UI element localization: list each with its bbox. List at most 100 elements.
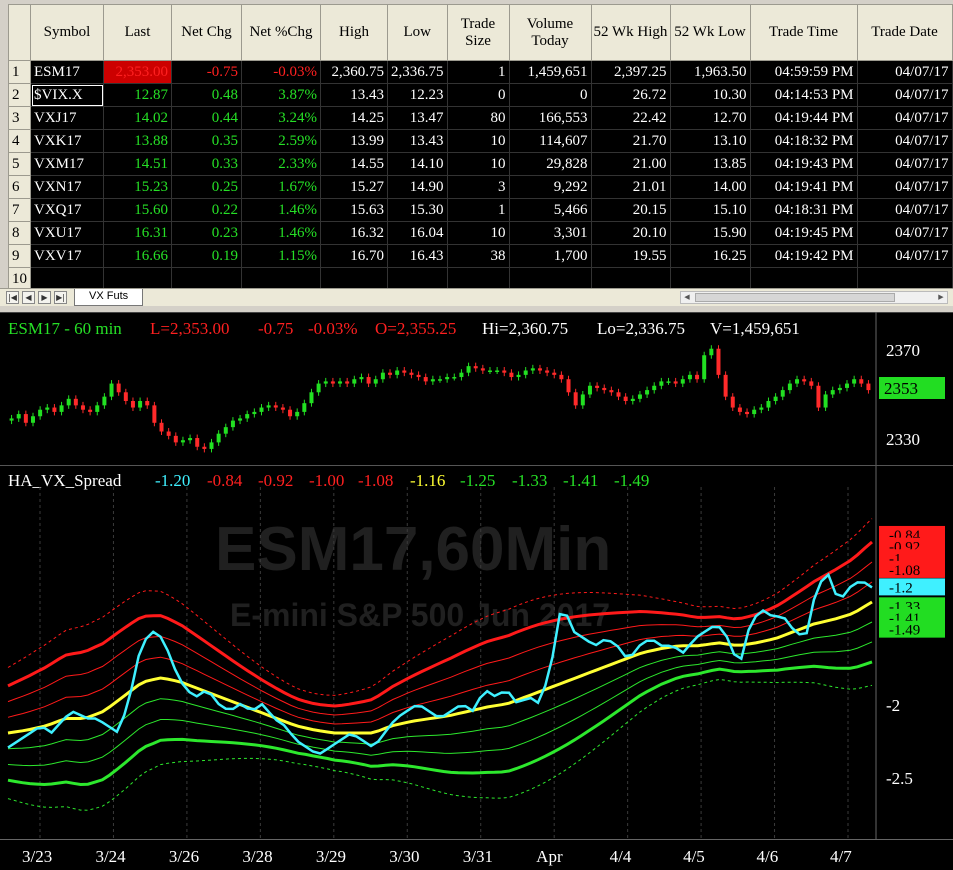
cell-pct-chg[interactable]: 1.46% xyxy=(241,198,321,222)
cell-time[interactable]: 04:19:45 PM xyxy=(750,221,858,245)
cell-net-chg[interactable]: -0.75 xyxy=(171,60,242,84)
table-row[interactable]: 7 VXQ17 15.60 0.22 1.46% 15.63 15.30 1 5,466 20.1… xyxy=(8,198,953,222)
cell-high[interactable]: 14.55 xyxy=(320,152,388,176)
cell-pct-chg[interactable]: 3.87% xyxy=(241,83,321,107)
cell-low[interactable]: 13.47 xyxy=(387,106,448,130)
cell-wk52-high[interactable]: 19.55 xyxy=(591,244,671,268)
cell-time[interactable]: 04:19:44 PM xyxy=(750,106,858,130)
prev-sheet-icon[interactable]: ◀ xyxy=(22,291,35,304)
cell-volume[interactable]: 9,292 xyxy=(509,175,592,199)
cell-symbol[interactable]: $VIX.X xyxy=(30,83,104,107)
row-number[interactable]: 1 xyxy=(8,60,31,84)
table-row[interactable]: 4 VXK17 13.88 0.35 2.59% 13.99 13.43 10 114,607 2… xyxy=(8,129,953,153)
cell-volume[interactable]: 29,828 xyxy=(509,152,592,176)
cell-high[interactable]: 14.25 xyxy=(320,106,388,130)
cell-wk52-high[interactable]: 2,397.25 xyxy=(591,60,671,84)
cell-time[interactable]: 04:59:59 PM xyxy=(750,60,858,84)
row-number[interactable]: 7 xyxy=(8,198,31,222)
cell-volume[interactable]: 1,700 xyxy=(509,244,592,268)
cell-pct-chg[interactable]: 3.24% xyxy=(241,106,321,130)
cell-date[interactable]: 04/07/17 xyxy=(857,83,953,107)
cell-date[interactable]: 04/07/17 xyxy=(857,106,953,130)
cell-low[interactable]: 15.30 xyxy=(387,198,448,222)
cell-pct-chg[interactable]: 1.67% xyxy=(241,175,321,199)
scrollbar-thumb[interactable] xyxy=(695,293,895,302)
cell-wk52-high[interactable]: 21.00 xyxy=(591,152,671,176)
cell-wk52-low[interactable]: 16.25 xyxy=(670,244,751,268)
cell-low[interactable]: 16.43 xyxy=(387,244,448,268)
table-row[interactable]: 3 VXJ17 14.02 0.44 3.24% 14.25 13.47 80 166,553 2… xyxy=(8,106,953,130)
row-number[interactable]: 4 xyxy=(8,129,31,153)
table-row[interactable]: 1 ESM17 2,353.00 -0.75 -0.03% 2,360.75 2,336.7… xyxy=(8,60,953,84)
cell-time[interactable]: 04:18:32 PM xyxy=(750,129,858,153)
cell-size[interactable]: 38 xyxy=(447,244,510,268)
cell-last[interactable]: 14.02 xyxy=(103,106,172,130)
next-sheet-icon[interactable]: ▶ xyxy=(38,291,51,304)
cell-size[interactable]: 10 xyxy=(447,152,510,176)
cell-wk52-low[interactable]: 15.90 xyxy=(670,221,751,245)
cell-size[interactable]: 10 xyxy=(447,221,510,245)
cell-symbol[interactable]: VXV17 xyxy=(30,244,104,268)
first-sheet-icon[interactable]: |◀ xyxy=(6,291,19,304)
cell-date[interactable]: 04/07/17 xyxy=(857,244,953,268)
column-header[interactable]: Trade Time xyxy=(749,4,858,61)
cell-low[interactable]: 13.43 xyxy=(387,129,448,153)
cell-date[interactable]: 04/07/17 xyxy=(857,152,953,176)
cell-wk52-high[interactable]: 21.01 xyxy=(591,175,671,199)
cell-time[interactable]: 04:19:41 PM xyxy=(750,175,858,199)
column-header[interactable]: Last xyxy=(103,4,172,61)
column-header[interactable]: Volume Today xyxy=(508,4,592,61)
cell-high[interactable]: 15.27 xyxy=(320,175,388,199)
cell-high[interactable]: 13.99 xyxy=(320,129,388,153)
cell-wk52-low[interactable]: 15.10 xyxy=(670,198,751,222)
cell-size[interactable]: 80 xyxy=(447,106,510,130)
cell-net-chg[interactable]: 0.44 xyxy=(171,106,242,130)
row-number[interactable]: 9 xyxy=(8,244,31,268)
cell-last[interactable]: 12.87 xyxy=(103,83,172,107)
cell-net-chg[interactable]: 0.22 xyxy=(171,198,242,222)
cell-pct-chg[interactable]: 2.59% xyxy=(241,129,321,153)
column-header[interactable]: High xyxy=(320,4,388,61)
cell-low[interactable]: 16.04 xyxy=(387,221,448,245)
cell-net-chg[interactable]: 0.48 xyxy=(171,83,242,107)
cell-high[interactable]: 15.63 xyxy=(320,198,388,222)
cell-last[interactable]: 15.23 xyxy=(103,175,172,199)
cell-size[interactable]: 10 xyxy=(447,129,510,153)
table-row[interactable]: 6 VXN17 15.23 0.25 1.67% 15.27 14.90 3 9,292 21.0… xyxy=(8,175,953,199)
cell-last[interactable]: 16.66 xyxy=(103,244,172,268)
row-number[interactable]: 3 xyxy=(8,106,31,130)
cell-high[interactable]: 13.43 xyxy=(320,83,388,107)
cell-net-chg[interactable]: 0.33 xyxy=(171,152,242,176)
cell-symbol[interactable]: VXM17 xyxy=(30,152,104,176)
cell-last[interactable]: 2,353.00 xyxy=(103,60,172,84)
table-row[interactable]: 2 $VIX.X 12.87 0.48 3.87% 13.43 12.23 0 0 26.72 10… xyxy=(8,83,953,107)
cell-last[interactable]: 15.60 xyxy=(103,198,172,222)
last-sheet-icon[interactable]: ▶| xyxy=(54,291,67,304)
cell-last[interactable]: 16.31 xyxy=(103,221,172,245)
cell-wk52-low[interactable]: 1,963.50 xyxy=(670,60,751,84)
cell-time[interactable]: 04:19:42 PM xyxy=(750,244,858,268)
cell-high[interactable]: 16.32 xyxy=(320,221,388,245)
column-header[interactable]: Net Chg xyxy=(171,4,242,61)
cell-wk52-low[interactable]: 14.00 xyxy=(670,175,751,199)
cell-volume[interactable]: 0 xyxy=(509,83,592,107)
cell-last[interactable]: 14.51 xyxy=(103,152,172,176)
cell-time[interactable]: 04:18:31 PM xyxy=(750,198,858,222)
cell-low[interactable]: 14.10 xyxy=(387,152,448,176)
cell-pct-chg[interactable]: 2.33% xyxy=(241,152,321,176)
cell-high[interactable]: 2,360.75 xyxy=(320,60,388,84)
sheet-tab-vx-futs[interactable]: VX Futs xyxy=(74,289,144,306)
cell-date[interactable]: 04/07/17 xyxy=(857,175,953,199)
row-number[interactable]: 6 xyxy=(8,175,31,199)
cell-symbol[interactable]: VXJ17 xyxy=(30,106,104,130)
cell-pct-chg[interactable]: 1.15% xyxy=(241,244,321,268)
cell-time[interactable]: 04:19:43 PM xyxy=(750,152,858,176)
cell-net-chg[interactable]: 0.23 xyxy=(171,221,242,245)
cell-size[interactable]: 1 xyxy=(447,198,510,222)
cell-pct-chg[interactable]: -0.03% xyxy=(241,60,321,84)
cell-wk52-low[interactable]: 13.10 xyxy=(670,129,751,153)
table-row[interactable]: 8 VXU17 16.31 0.23 1.46% 16.32 16.04 10 3,301 20.… xyxy=(8,221,953,245)
cell-size[interactable]: 0 xyxy=(447,83,510,107)
column-header[interactable]: Low xyxy=(387,4,448,61)
table-row[interactable]: 5 VXM17 14.51 0.33 2.33% 14.55 14.10 10 29,828 21… xyxy=(8,152,953,176)
